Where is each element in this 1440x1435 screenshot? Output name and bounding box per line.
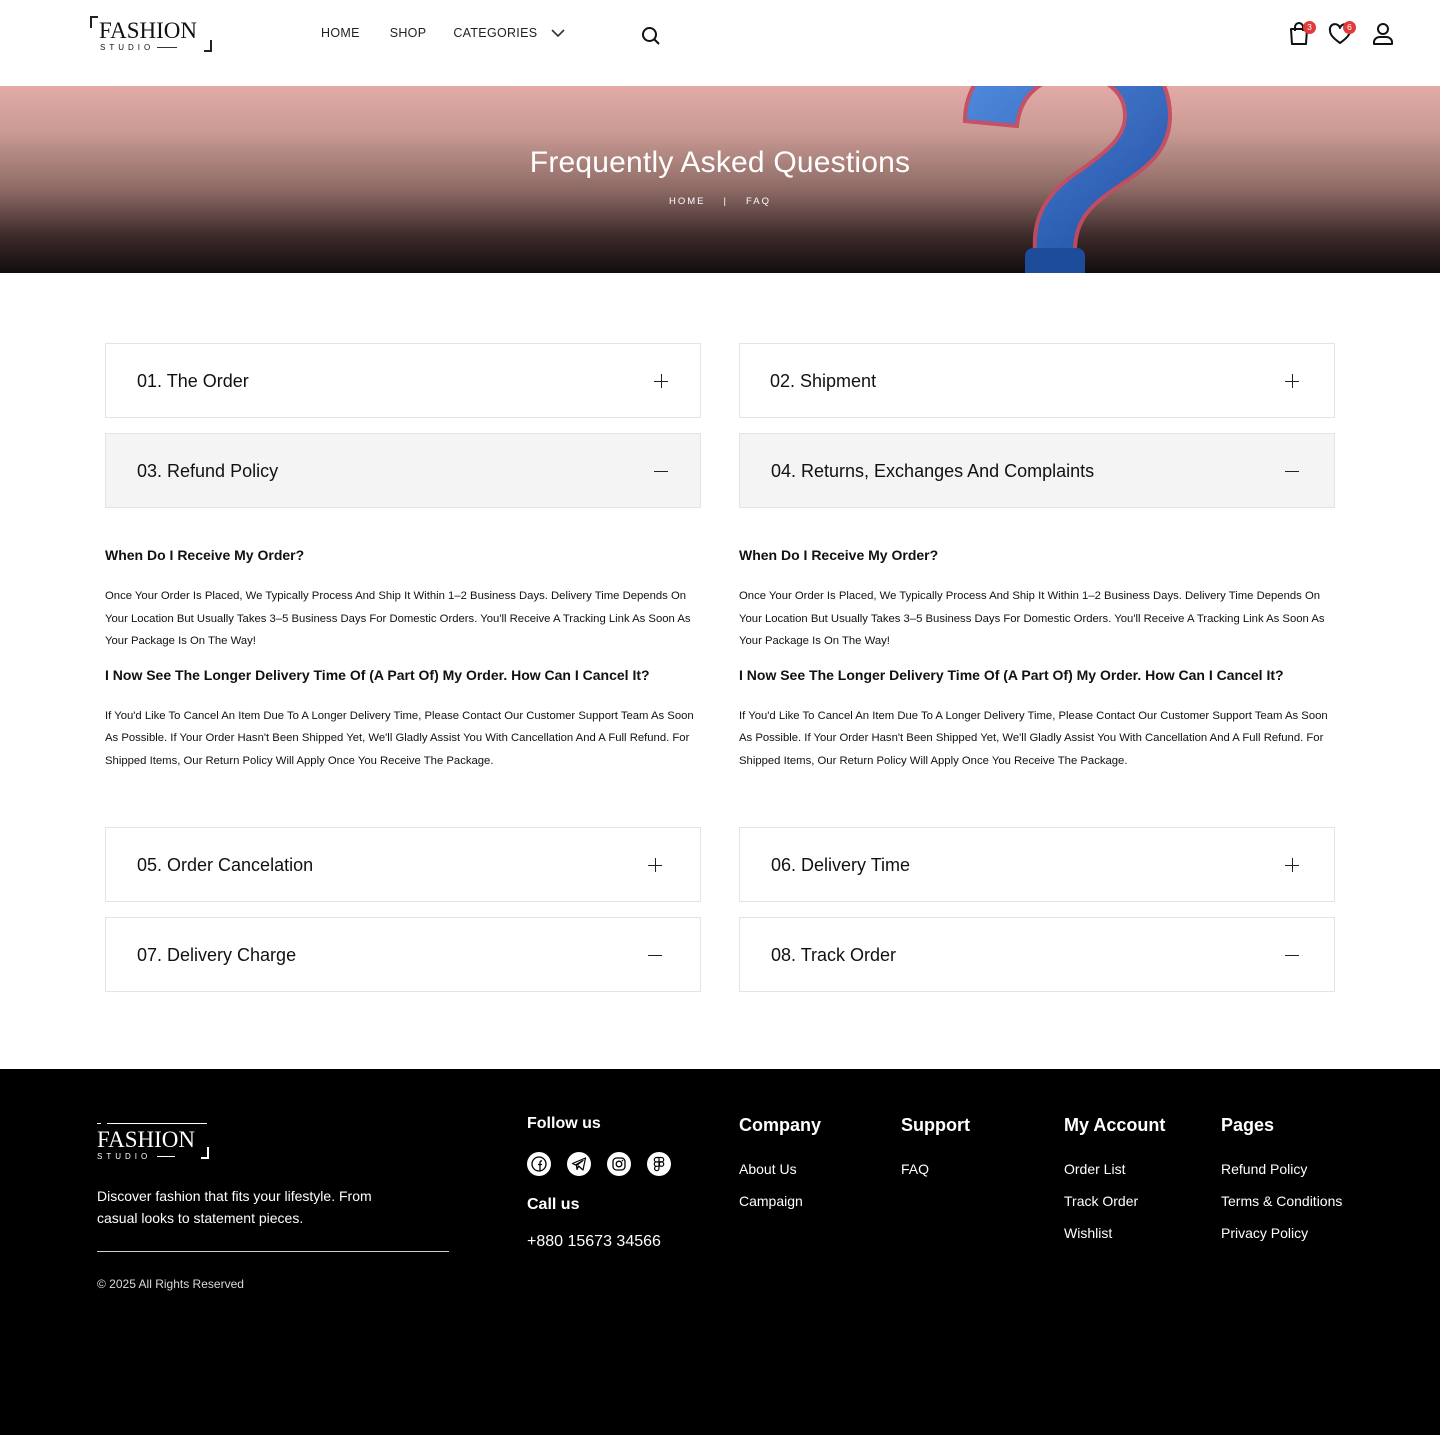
- minus-icon: [1285, 948, 1299, 962]
- faq-item-title: 07. Delivery Charge: [137, 945, 297, 965]
- cart-count-badge: 3: [1303, 21, 1316, 34]
- footer-column-pages: Pages Refund Policy Terms & Conditions P…: [1221, 1115, 1342, 1257]
- faq-answer: If You'd Like To Cancel An Item Due To A…: [739, 709, 1328, 767]
- faq-answer: If You'd Like To Cancel An Item Due To A…: [105, 709, 694, 767]
- footer-heading: My Account: [1064, 1115, 1166, 1135]
- footer-link-privacy-policy[interactable]: Privacy Policy: [1221, 1225, 1342, 1257]
- faq-question: I Now See The Longer Delivery Time Of (A…: [105, 666, 650, 683]
- footer-link-campaign[interactable]: Campaign: [739, 1193, 821, 1225]
- footer-heading: Company: [739, 1115, 822, 1135]
- footer-column-company: Company About Us Campaign: [739, 1115, 821, 1225]
- chevron-down-icon: [551, 29, 565, 38]
- wishlist-count-badge: 6: [1343, 21, 1356, 34]
- faq-item-title: 01. The Order: [137, 371, 249, 391]
- minus-icon: [1285, 464, 1299, 478]
- logo-bracket: [97, 1123, 209, 1124]
- plus-icon: [648, 858, 662, 872]
- footer-divider: [97, 1251, 449, 1252]
- breadcrumb-separator: |: [723, 196, 728, 207]
- footer-link-track-order[interactable]: Track Order: [1064, 1193, 1165, 1225]
- footer-link-faq[interactable]: FAQ: [901, 1161, 970, 1193]
- faq-item-order[interactable]: 01. The Order: [105, 343, 701, 418]
- footer-link-about-us[interactable]: About Us: [739, 1161, 821, 1193]
- nav-categories[interactable]: CATEGORIES: [453, 26, 565, 40]
- faq-question: When Do I Receive My Order?: [739, 547, 939, 563]
- logo-bracket: [204, 40, 212, 52]
- social-links: [527, 1152, 687, 1176]
- search-icon[interactable]: [641, 26, 661, 46]
- footer-column-support: Support FAQ: [901, 1115, 970, 1193]
- main-nav: HOME SHOP CATEGORIES: [321, 26, 565, 40]
- hero-banner: Frequently Asked Questions HOME | FAQ: [0, 86, 1440, 273]
- nav-categories-label: CATEGORIES: [453, 26, 538, 40]
- faq-item-title: 08. Track Order: [771, 945, 897, 965]
- faq-item-title: 02. Shipment: [770, 371, 877, 391]
- faq-question: When Do I Receive My Order?: [105, 547, 305, 563]
- faq-item-delivery-charge[interactable]: 07. Delivery Charge: [105, 917, 701, 992]
- telegram-icon: [571, 1157, 587, 1171]
- faq-answer-panel-left: When Do I Receive My Order? Once Your Or…: [105, 547, 705, 772]
- breadcrumb: HOME | FAQ: [0, 196, 1440, 207]
- figma-link[interactable]: [647, 1152, 671, 1176]
- telegram-link[interactable]: [567, 1152, 591, 1176]
- faq-item-title: 06. Delivery Time: [771, 855, 911, 875]
- minus-icon: [648, 948, 662, 962]
- site-footer: FASHION STUDIO Discover fashion that fit…: [0, 1069, 1440, 1435]
- phone-number[interactable]: +880 15673 34566: [527, 1233, 661, 1251]
- faq-item-order-cancelation[interactable]: 05. Order Cancelation: [105, 827, 701, 902]
- logo-bracket: [201, 1147, 209, 1159]
- footer-description: Discover fashion that fits your lifestyl…: [97, 1188, 372, 1226]
- follow-us-heading: Follow us: [527, 1115, 601, 1132]
- page-title: Frequently Asked Questions: [529, 146, 911, 179]
- instagram-link[interactable]: [607, 1152, 631, 1176]
- faq-item-title: 05. Order Cancelation: [137, 855, 314, 875]
- logo-line: [157, 1156, 175, 1157]
- user-icon: [1373, 23, 1393, 45]
- faq-question: I Now See The Longer Delivery Time Of (A…: [739, 666, 1284, 683]
- nav-shop[interactable]: SHOP: [390, 26, 427, 40]
- faq-item-title: 03. Refund Policy: [137, 461, 279, 481]
- logo-subtext: STUDIO: [97, 1152, 152, 1161]
- faq-item-delivery-time[interactable]: 06. Delivery Time: [739, 827, 1335, 902]
- facebook-link[interactable]: [527, 1152, 551, 1176]
- cart-button[interactable]: 3: [1288, 21, 1316, 48]
- brand-logo[interactable]: FASHION STUDIO: [90, 16, 212, 52]
- wishlist-button[interactable]: 6: [1328, 21, 1356, 48]
- faq-item-refund-policy[interactable]: 03. Refund Policy: [105, 433, 701, 508]
- logo-text: FASHION: [97, 1127, 195, 1152]
- call-us-heading: Call us: [527, 1196, 580, 1213]
- logo-text: FASHION: [99, 18, 197, 43]
- breadcrumb-home[interactable]: HOME: [669, 196, 706, 207]
- nav-home[interactable]: HOME: [321, 26, 360, 40]
- faq-item-title: 04. Returns, Exchanges And Complaints: [771, 461, 1095, 481]
- logo-bracket: [90, 16, 98, 28]
- faq-item-shipment[interactable]: 02. Shipment: [739, 343, 1335, 418]
- footer-column-my-account: My Account Order List Track Order Wishli…: [1064, 1115, 1165, 1257]
- copyright: © 2025 All Rights Reserved: [97, 1277, 244, 1291]
- footer-heading: Pages: [1221, 1115, 1275, 1135]
- faq-item-track-order[interactable]: 08. Track Order: [739, 917, 1335, 992]
- breadcrumb-current: FAQ: [745, 196, 771, 207]
- minus-icon: [654, 464, 668, 478]
- faq-answer: Once Your Order Is Placed, We Typically …: [739, 590, 1325, 647]
- faq-item-returns[interactable]: 04. Returns, Exchanges And Complaints: [739, 433, 1335, 508]
- faq-answer: Once Your Order Is Placed, We Typically …: [105, 590, 691, 647]
- footer-link-terms[interactable]: Terms & Conditions: [1221, 1193, 1342, 1225]
- logo-line: [157, 47, 177, 48]
- footer-logo[interactable]: FASHION STUDIO: [97, 1123, 209, 1161]
- facebook-icon: [531, 1156, 547, 1172]
- site-header: FASHION STUDIO HOME SHOP CATEGORIES 3 6: [0, 0, 1440, 86]
- plus-icon: [1285, 374, 1299, 388]
- plus-icon: [1285, 858, 1299, 872]
- figma-icon: [653, 1156, 665, 1172]
- instagram-icon: [612, 1157, 626, 1171]
- footer-link-order-list[interactable]: Order List: [1064, 1161, 1165, 1193]
- faq-answer-panel-right: When Do I Receive My Order? Once Your Or…: [739, 547, 1339, 772]
- footer-heading: Support: [901, 1115, 970, 1135]
- account-button[interactable]: [1372, 22, 1396, 48]
- footer-link-refund-policy[interactable]: Refund Policy: [1221, 1161, 1342, 1193]
- footer-link-wishlist[interactable]: Wishlist: [1064, 1225, 1165, 1257]
- logo-subtext: STUDIO: [100, 43, 155, 52]
- plus-icon: [654, 374, 668, 388]
